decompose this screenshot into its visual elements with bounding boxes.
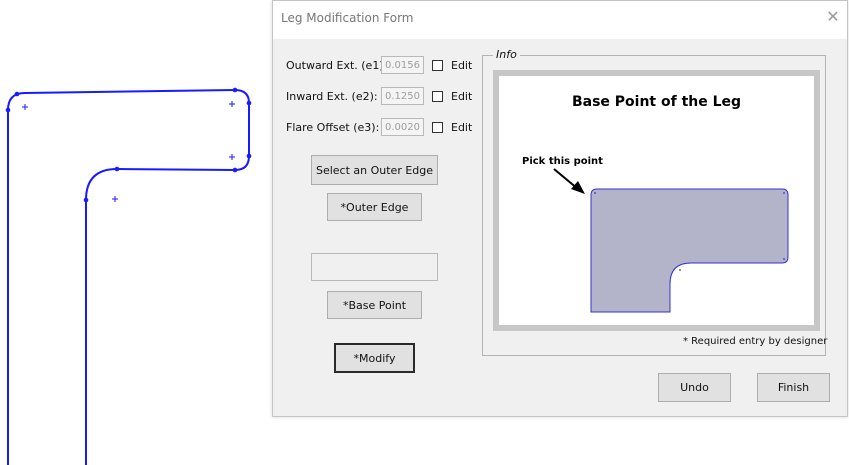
- cad-vertex: [246, 100, 252, 106]
- leg-shape: [590, 188, 789, 313]
- title-bar: Leg Modification Form ✕: [273, 1, 847, 39]
- modify-button[interactable]: *Modify: [334, 343, 415, 373]
- shape-vertex-dot: [594, 192, 596, 194]
- info-groupbox-legend: Info: [493, 48, 520, 61]
- cad-vertex: [83, 197, 89, 203]
- shape-vertex-dot: [679, 269, 681, 271]
- close-icon[interactable]: ✕: [825, 9, 841, 25]
- cad-vertex: [232, 87, 238, 93]
- window-title: Leg Modification Form: [281, 11, 414, 25]
- outer-edge-button[interactable]: *Outer Edge: [327, 193, 422, 221]
- inward-ext-edit-label: Edit: [451, 90, 473, 103]
- flare-offset-edit-label: Edit: [451, 121, 473, 134]
- cad-drawing-canvas[interactable]: [0, 0, 272, 465]
- flare-offset-label: Flare Offset (e3):: [286, 121, 380, 134]
- cad-vertex: [232, 167, 238, 173]
- cad-center-marker: [112, 196, 118, 202]
- cad-center-marker: [229, 154, 235, 160]
- outward-ext-edit-checkbox[interactable]: [432, 60, 443, 71]
- leg-base-point-illustration: [553, 168, 789, 313]
- select-outer-edge-button[interactable]: Select an Outer Edge: [311, 155, 438, 185]
- flare-offset-input[interactable]: [381, 118, 424, 136]
- cad-vertex: [14, 91, 20, 97]
- cad-vertex: [5, 107, 11, 113]
- base-point-field[interactable]: [311, 253, 438, 281]
- undo-button[interactable]: Undo: [658, 373, 731, 402]
- inward-ext-label: Inward Ext. (e2):: [286, 90, 378, 103]
- shape-vertex-dot: [783, 192, 785, 194]
- arrow-icon: [553, 168, 585, 194]
- outward-ext-input[interactable]: [381, 56, 424, 74]
- cad-vertex: [114, 166, 120, 172]
- inward-ext-input[interactable]: [381, 87, 424, 105]
- info-image-panel: Base Point of the Leg Pick this point: [493, 70, 820, 331]
- screen: Leg Modification Form ✕ Outward Ext. (e1…: [0, 0, 849, 465]
- cad-leg-outline: [7, 88, 250, 465]
- shape-vertex-dot: [783, 258, 785, 260]
- outward-ext-label: Outward Ext. (e1):: [286, 59, 388, 72]
- base-point-button[interactable]: *Base Point: [327, 291, 422, 319]
- outward-ext-edit-label: Edit: [451, 59, 473, 72]
- cad-center-marker: [22, 104, 28, 110]
- finish-button[interactable]: Finish: [757, 373, 830, 402]
- cad-vertex: [246, 153, 252, 159]
- flare-offset-edit-checkbox[interactable]: [432, 122, 443, 133]
- leg-modification-dialog: Leg Modification Form ✕ Outward Ext. (e1…: [272, 0, 848, 417]
- inward-ext-edit-checkbox[interactable]: [432, 91, 443, 102]
- cad-center-marker: [229, 101, 235, 107]
- required-entry-note: * Required entry by designer: [683, 336, 828, 347]
